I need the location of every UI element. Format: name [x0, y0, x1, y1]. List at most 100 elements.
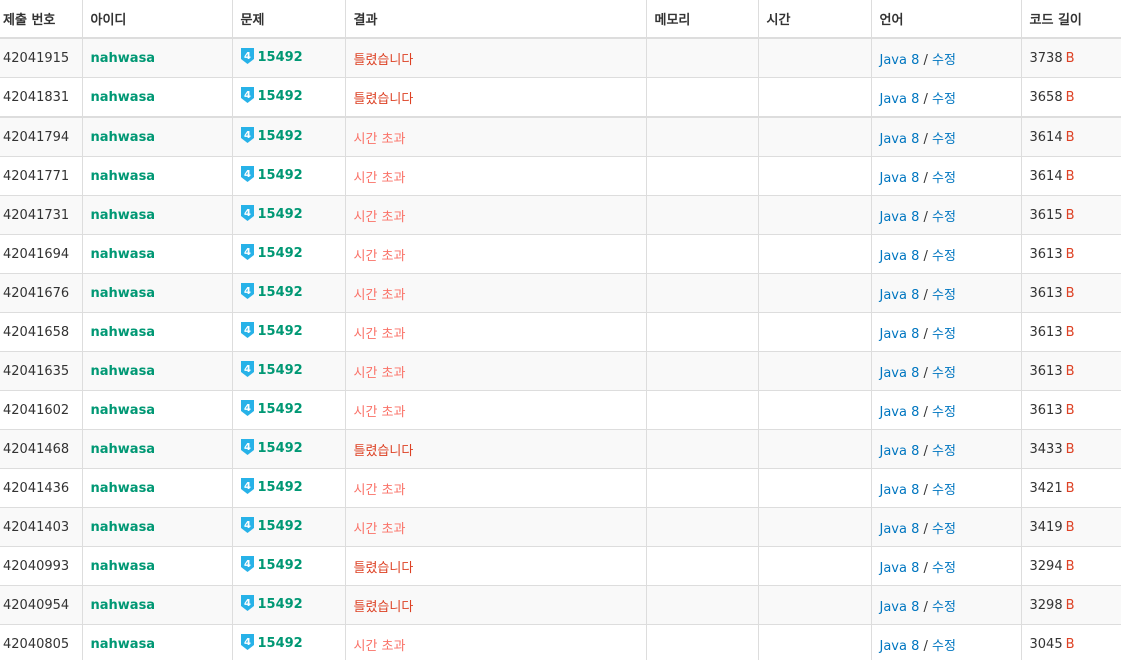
problem-link[interactable]: 15492: [258, 441, 303, 456]
result-text: 시간 초과: [353, 365, 406, 381]
code-length: 3298: [1029, 597, 1063, 613]
table-row: 42041635 nahwasa 4 15492 시간 초과 Java 8 / …: [0, 351, 1121, 391]
edit-link[interactable]: 수정: [932, 561, 956, 576]
language-link[interactable]: Java 8: [880, 444, 920, 459]
separator-slash: /: [923, 326, 928, 342]
language-link[interactable]: Java 8: [880, 405, 920, 420]
result-text: 시간 초과: [353, 638, 406, 654]
user-link[interactable]: nahwasa: [91, 598, 156, 613]
edit-link[interactable]: 수정: [932, 444, 956, 459]
separator-slash: /: [923, 521, 928, 537]
language-link[interactable]: Java 8: [880, 327, 920, 342]
user-link[interactable]: nahwasa: [91, 520, 156, 535]
code-length: 3658: [1029, 89, 1063, 105]
edit-link[interactable]: 수정: [932, 288, 956, 303]
edit-link[interactable]: 수정: [932, 249, 956, 264]
user-link[interactable]: nahwasa: [91, 130, 156, 145]
edit-link[interactable]: 수정: [932, 600, 956, 615]
language-link[interactable]: Java 8: [880, 600, 920, 615]
language-link[interactable]: Java 8: [880, 366, 920, 381]
svg-text:4: 4: [244, 364, 251, 375]
table-row: 42041602 nahwasa 4 15492 시간 초과 Java 8 / …: [0, 390, 1121, 430]
user-link[interactable]: nahwasa: [91, 208, 156, 223]
table-row: 42041831 nahwasa 4 15492 틀렸습니다 Java 8 / …: [0, 77, 1121, 118]
table-body: 42041915 nahwasa 4 15492 틀렸습니다 Java 8 / …: [0, 37, 1121, 660]
language-link[interactable]: Java 8: [880, 561, 920, 576]
silver-4-tier-icon: 4: [240, 205, 254, 225]
language-link[interactable]: Java 8: [880, 92, 920, 107]
problem-link[interactable]: 15492: [258, 324, 303, 339]
user-link[interactable]: nahwasa: [91, 325, 156, 340]
submission-id: 42041794: [0, 116, 83, 157]
problem-link[interactable]: 15492: [258, 168, 303, 183]
edit-link[interactable]: 수정: [932, 132, 956, 147]
problem-link[interactable]: 15492: [258, 129, 303, 144]
language-link[interactable]: Java 8: [880, 639, 920, 654]
svg-text:4: 4: [244, 481, 251, 492]
problem-link[interactable]: 15492: [258, 207, 303, 222]
user-link[interactable]: nahwasa: [91, 169, 156, 184]
table-row: 42041694 nahwasa 4 15492 시간 초과 Java 8 / …: [0, 234, 1121, 274]
result-text: 시간 초과: [353, 521, 406, 537]
code-length: 3613: [1029, 285, 1063, 301]
edit-link[interactable]: 수정: [932, 171, 956, 186]
silver-4-tier-icon: 4: [240, 127, 254, 147]
language-link[interactable]: Java 8: [880, 53, 920, 68]
separator-slash: /: [923, 638, 928, 654]
problem-link[interactable]: 15492: [258, 89, 303, 104]
problem-link[interactable]: 15492: [258, 597, 303, 612]
problem-link[interactable]: 15492: [258, 363, 303, 378]
user-link[interactable]: nahwasa: [91, 637, 156, 652]
user-link[interactable]: nahwasa: [91, 481, 156, 496]
edit-link[interactable]: 수정: [932, 53, 956, 68]
problem-link[interactable]: 15492: [258, 480, 303, 495]
memory-cell: [645, 312, 759, 352]
submission-id: 42041731: [0, 195, 83, 235]
user-link[interactable]: nahwasa: [91, 90, 156, 105]
submission-id: 42041436: [0, 468, 83, 508]
user-link[interactable]: nahwasa: [91, 559, 156, 574]
edit-link[interactable]: 수정: [932, 405, 956, 420]
edit-link[interactable]: 수정: [932, 366, 956, 381]
problem-link[interactable]: 15492: [258, 246, 303, 261]
language-link[interactable]: Java 8: [880, 522, 920, 537]
edit-link[interactable]: 수정: [932, 210, 956, 225]
user-link[interactable]: nahwasa: [91, 286, 156, 301]
byte-unit: B: [1065, 402, 1075, 418]
user-link[interactable]: nahwasa: [91, 442, 156, 457]
table-row: 42041403 nahwasa 4 15492 시간 초과 Java 8 / …: [0, 507, 1121, 547]
problem-link[interactable]: 15492: [258, 519, 303, 534]
user-link[interactable]: nahwasa: [91, 51, 156, 66]
result-text: 시간 초과: [353, 326, 406, 342]
edit-link[interactable]: 수정: [932, 327, 956, 342]
language-link[interactable]: Java 8: [880, 210, 920, 225]
time-cell: [757, 585, 872, 625]
language-link[interactable]: Java 8: [880, 249, 920, 264]
time-cell: [757, 77, 872, 118]
user-link[interactable]: nahwasa: [91, 247, 156, 262]
problem-link[interactable]: 15492: [258, 50, 303, 65]
problem-link[interactable]: 15492: [258, 285, 303, 300]
user-link[interactable]: nahwasa: [91, 364, 156, 379]
time-cell: [757, 624, 872, 660]
separator-slash: /: [923, 52, 928, 68]
language-link[interactable]: Java 8: [880, 288, 920, 303]
byte-unit: B: [1065, 89, 1075, 105]
submission-id: 42041602: [0, 390, 83, 430]
svg-text:4: 4: [244, 247, 251, 258]
language-link[interactable]: Java 8: [880, 171, 920, 186]
edit-link[interactable]: 수정: [932, 483, 956, 498]
edit-link[interactable]: 수정: [932, 522, 956, 537]
silver-4-tier-icon: 4: [240, 48, 254, 68]
edit-link[interactable]: 수정: [932, 92, 956, 107]
language-link[interactable]: Java 8: [880, 483, 920, 498]
edit-link[interactable]: 수정: [932, 639, 956, 654]
language-link[interactable]: Java 8: [880, 132, 920, 147]
problem-link[interactable]: 15492: [258, 402, 303, 417]
user-link[interactable]: nahwasa: [91, 403, 156, 418]
svg-text:4: 4: [244, 325, 251, 336]
problem-link[interactable]: 15492: [258, 558, 303, 573]
problem-link[interactable]: 15492: [258, 636, 303, 651]
time-cell: [757, 390, 872, 430]
svg-text:4: 4: [244, 169, 251, 180]
